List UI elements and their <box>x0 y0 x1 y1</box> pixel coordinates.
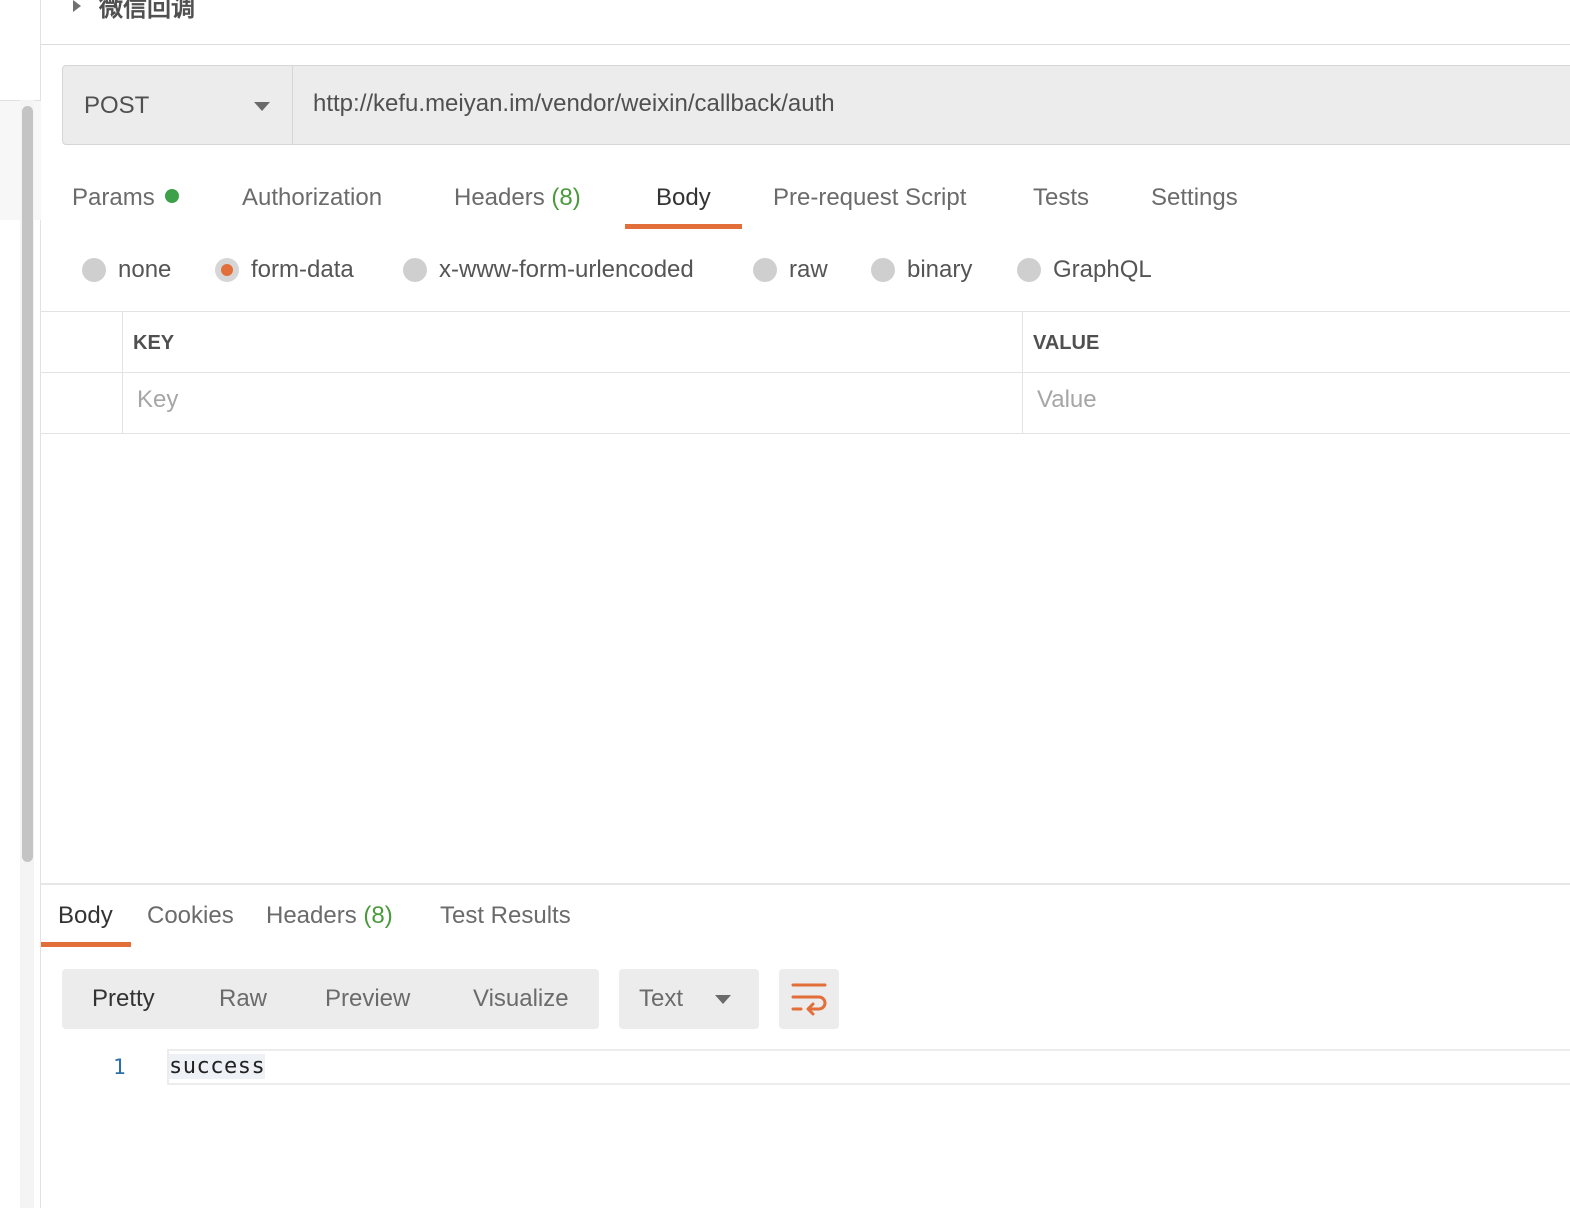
wrap-lines-icon <box>791 983 827 1016</box>
response-tab-test-results-label: Test Results <box>440 902 571 929</box>
method-label: POST <box>84 92 150 119</box>
url-bar: POST <box>62 65 1570 145</box>
left-sidebar <box>0 0 41 1208</box>
chevron-down-icon <box>715 995 731 1004</box>
code-line-highlight <box>167 1049 1570 1085</box>
radio-form-data-label[interactable]: form-data <box>251 256 354 284</box>
radio-raw[interactable] <box>753 258 777 282</box>
radio-raw-label[interactable]: raw <box>789 256 828 284</box>
tab-settings-label: Settings <box>1151 184 1238 211</box>
tab-authorization-label: Authorization <box>242 184 383 211</box>
view-pretty-button[interactable]: Pretty <box>92 985 155 1013</box>
line-number: 1 <box>113 1055 126 1079</box>
response-tab-headers-label: Headers <box>266 902 357 929</box>
response-tab-cookies[interactable]: Cookies <box>147 902 234 930</box>
pane-divider[interactable] <box>41 883 1570 885</box>
column-divider <box>1022 312 1023 434</box>
response-tabs: Body Cookies Headers (8) Test Results <box>41 886 1570 948</box>
response-active-tab-underline <box>41 942 131 947</box>
method-select[interactable]: POST <box>63 66 293 144</box>
response-tab-headers[interactable]: Headers (8) <box>266 902 393 930</box>
radio-none[interactable] <box>82 258 106 282</box>
radio-form-data[interactable] <box>215 258 239 282</box>
tab-headers-count: (8) <box>551 184 581 211</box>
tab-pre-request-script[interactable]: Pre-request Script <box>773 184 966 212</box>
tab-headers[interactable]: Headers (8) <box>454 184 581 212</box>
response-format-select[interactable]: Text <box>619 969 759 1029</box>
url-input[interactable] <box>313 90 1513 118</box>
response-body-editor[interactable]: 1 success <box>41 1049 1570 1085</box>
radio-graphql-label[interactable]: GraphQL <box>1053 256 1152 284</box>
response-tab-headers-count: (8) <box>363 902 393 929</box>
tab-headers-label: Headers <box>454 184 545 211</box>
tab-params[interactable]: Params <box>72 184 179 212</box>
radio-binary[interactable] <box>871 258 895 282</box>
tab-body-label: Body <box>656 184 711 211</box>
tab-tests-label: Tests <box>1033 184 1090 211</box>
view-preview-button[interactable]: Preview <box>325 985 410 1013</box>
body-type-selector: none form-data x-www-form-urlencoded raw… <box>41 252 1570 292</box>
params-indicator-dot <box>164 189 179 203</box>
column-divider <box>122 312 123 434</box>
tab-authorization[interactable]: Authorization <box>242 184 382 212</box>
response-body-text: success <box>169 1054 266 1079</box>
view-raw-button[interactable]: Raw <box>219 985 267 1013</box>
response-tab-body[interactable]: Body <box>58 902 113 930</box>
response-tab-cookies-label: Cookies <box>147 902 234 929</box>
request-tabs: Params Authorization Headers (8) Body Pr… <box>41 170 1570 232</box>
radio-none-label[interactable]: none <box>118 256 171 284</box>
value-input[interactable] <box>1037 386 1537 414</box>
tab-body[interactable]: Body <box>656 184 711 212</box>
request-name[interactable]: 微信回调 <box>99 0 195 23</box>
active-tab-underline <box>625 224 742 229</box>
radio-binary-label[interactable]: binary <box>907 256 972 284</box>
view-visualize-button[interactable]: Visualize <box>473 985 569 1013</box>
radio-graphql[interactable] <box>1017 258 1041 282</box>
tab-pre-request-label: Pre-request Script <box>773 184 967 211</box>
value-column-header: VALUE <box>1033 332 1100 354</box>
wrap-lines-button[interactable] <box>779 969 839 1029</box>
response-tab-test-results[interactable]: Test Results <box>440 902 571 930</box>
tab-params-label: Params <box>72 184 155 211</box>
tab-tests[interactable]: Tests <box>1033 184 1089 212</box>
response-view-toggle: Pretty Raw Preview Visualize <box>62 969 599 1029</box>
radio-urlencoded[interactable] <box>403 258 427 282</box>
key-input[interactable] <box>137 386 637 414</box>
caret-right-icon[interactable] <box>73 0 81 12</box>
response-tab-body-label: Body <box>58 902 113 929</box>
sidebar-scrollbar-thumb[interactable] <box>22 106 33 862</box>
table-header-row <box>41 312 1570 373</box>
form-data-table: KEY VALUE <box>41 311 1570 434</box>
chevron-down-icon <box>254 102 270 111</box>
radio-urlencoded-label[interactable]: x-www-form-urlencoded <box>439 256 694 284</box>
tab-settings[interactable]: Settings <box>1151 184 1238 212</box>
key-column-header: KEY <box>133 332 175 354</box>
response-format-label: Text <box>639 985 684 1012</box>
request-title-bar: 微信回调 <box>41 0 1570 45</box>
